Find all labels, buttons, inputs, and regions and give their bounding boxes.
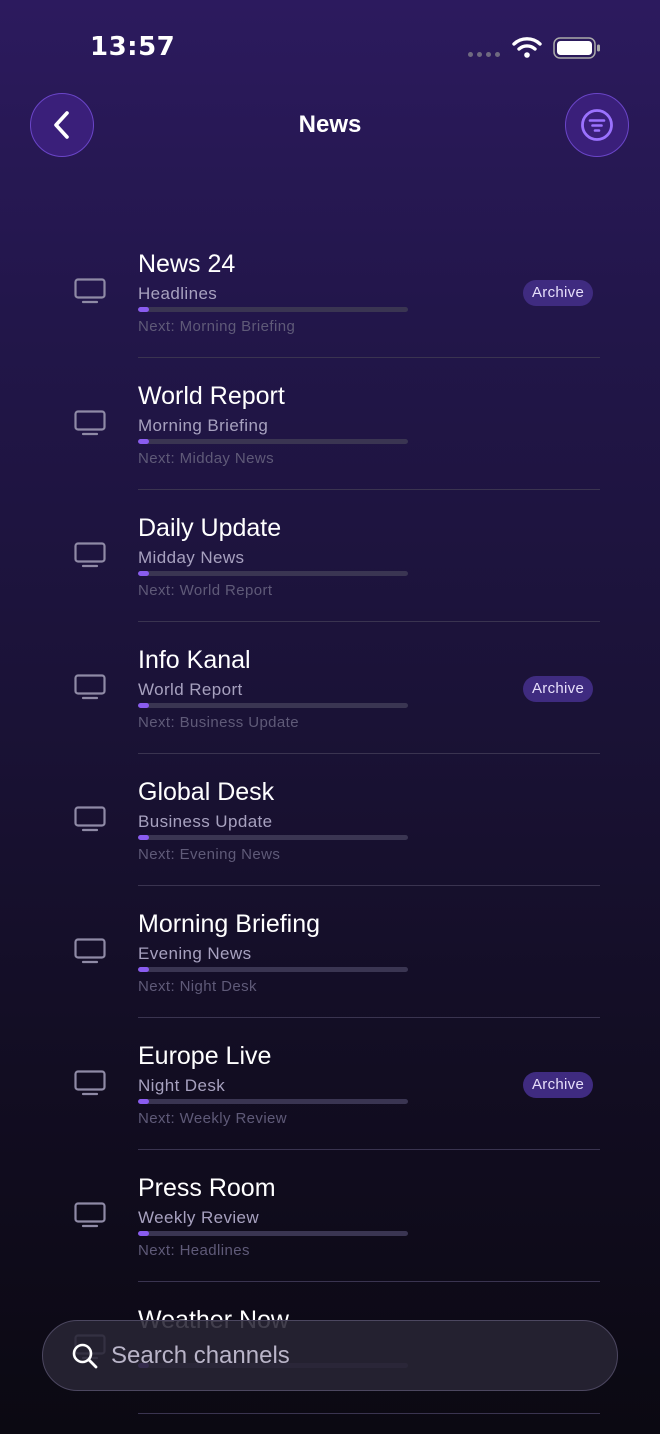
program-progress-bar bbox=[138, 439, 408, 444]
tv-icon bbox=[74, 1202, 106, 1228]
tv-icon bbox=[74, 674, 106, 700]
program-progress-fill bbox=[138, 835, 149, 840]
tv-icon bbox=[74, 410, 106, 436]
filter-button[interactable] bbox=[565, 93, 629, 157]
next-program: Next: Midday News bbox=[138, 450, 275, 467]
program-progress-bar bbox=[138, 307, 408, 312]
status-time: 13:57 bbox=[90, 32, 176, 62]
row-divider bbox=[138, 1413, 600, 1414]
program-progress-fill bbox=[138, 439, 149, 444]
current-program: Headlines bbox=[138, 284, 218, 303]
program-progress-fill bbox=[138, 1231, 149, 1236]
next-program: Next: Weekly Review bbox=[138, 1110, 288, 1127]
channel-row[interactable]: Morning Briefing Evening News Next: Nigh… bbox=[0, 886, 660, 1018]
current-program: Midday News bbox=[138, 548, 245, 567]
channel-name: Info Kanal bbox=[138, 646, 251, 674]
channel-name: Morning Briefing bbox=[138, 910, 321, 938]
page-title: News bbox=[298, 111, 362, 138]
program-progress-bar bbox=[138, 571, 408, 576]
current-program: Morning Briefing bbox=[138, 416, 269, 435]
next-program: Next: Business Update bbox=[138, 714, 299, 731]
channel-row[interactable]: Daily Update Midday News Next: World Rep… bbox=[0, 490, 660, 622]
channel-name: News 24 bbox=[138, 250, 236, 278]
archive-badge: Archive bbox=[523, 676, 594, 702]
search-input[interactable] bbox=[111, 1336, 591, 1376]
current-program: Evening News bbox=[138, 944, 252, 963]
wifi-icon bbox=[512, 37, 542, 58]
current-program: Weekly Review bbox=[138, 1208, 260, 1227]
tv-icon bbox=[74, 1070, 106, 1096]
tv-icon bbox=[74, 806, 106, 832]
channel-name: Global Desk bbox=[138, 778, 275, 806]
program-progress-bar bbox=[138, 835, 408, 840]
program-progress-fill bbox=[138, 307, 149, 312]
program-progress-fill bbox=[138, 571, 149, 576]
next-program: Next: Morning Briefing bbox=[138, 318, 296, 335]
channel-row[interactable]: Press Room Weekly Review Next: Headlines bbox=[0, 1150, 660, 1282]
tv-icon bbox=[74, 938, 106, 964]
channel-row[interactable]: Info Kanal World Report Next: Business U… bbox=[0, 622, 660, 754]
program-progress-bar bbox=[138, 967, 408, 972]
channel-row[interactable]: World Report Morning Briefing Next: Midd… bbox=[0, 358, 660, 490]
filter-icon bbox=[581, 109, 613, 141]
cellular-signal-icon bbox=[468, 52, 500, 57]
current-program: World Report bbox=[138, 680, 243, 699]
search-icon bbox=[72, 1343, 98, 1369]
next-program: Next: Night Desk bbox=[138, 978, 257, 995]
tv-icon bbox=[74, 278, 106, 304]
channel-name: World Report bbox=[138, 382, 285, 410]
channel-name: Daily Update bbox=[138, 514, 282, 542]
tv-icon bbox=[74, 542, 106, 568]
status-bar: 13:57 bbox=[0, 0, 660, 90]
current-program: Night Desk bbox=[138, 1076, 226, 1095]
channel-name: Press Room bbox=[138, 1174, 276, 1202]
current-program: Business Update bbox=[138, 812, 273, 831]
program-progress-bar bbox=[138, 703, 408, 708]
next-program: Next: Headlines bbox=[138, 1242, 250, 1259]
channel-list: News 24 Headlines Next: Morning Briefing… bbox=[0, 226, 660, 1414]
next-program: Next: Evening News bbox=[138, 846, 281, 863]
archive-badge: Archive bbox=[523, 1072, 594, 1098]
program-progress-fill bbox=[138, 967, 149, 972]
battery-icon bbox=[553, 37, 600, 59]
channel-row[interactable]: Global Desk Business Update Next: Evenin… bbox=[0, 754, 660, 886]
program-progress-fill bbox=[138, 1099, 149, 1104]
program-progress-bar bbox=[138, 1231, 408, 1236]
channel-row[interactable]: News 24 Headlines Next: Morning Briefing… bbox=[0, 226, 660, 358]
program-progress-bar bbox=[138, 1099, 408, 1104]
program-progress-fill bbox=[138, 703, 149, 708]
search-bar[interactable] bbox=[42, 1320, 618, 1391]
next-program: Next: World Report bbox=[138, 582, 273, 599]
archive-badge: Archive bbox=[523, 280, 594, 306]
channel-name: Europe Live bbox=[138, 1042, 272, 1070]
channel-row[interactable]: Europe Live Night Desk Next: Weekly Revi… bbox=[0, 1018, 660, 1150]
